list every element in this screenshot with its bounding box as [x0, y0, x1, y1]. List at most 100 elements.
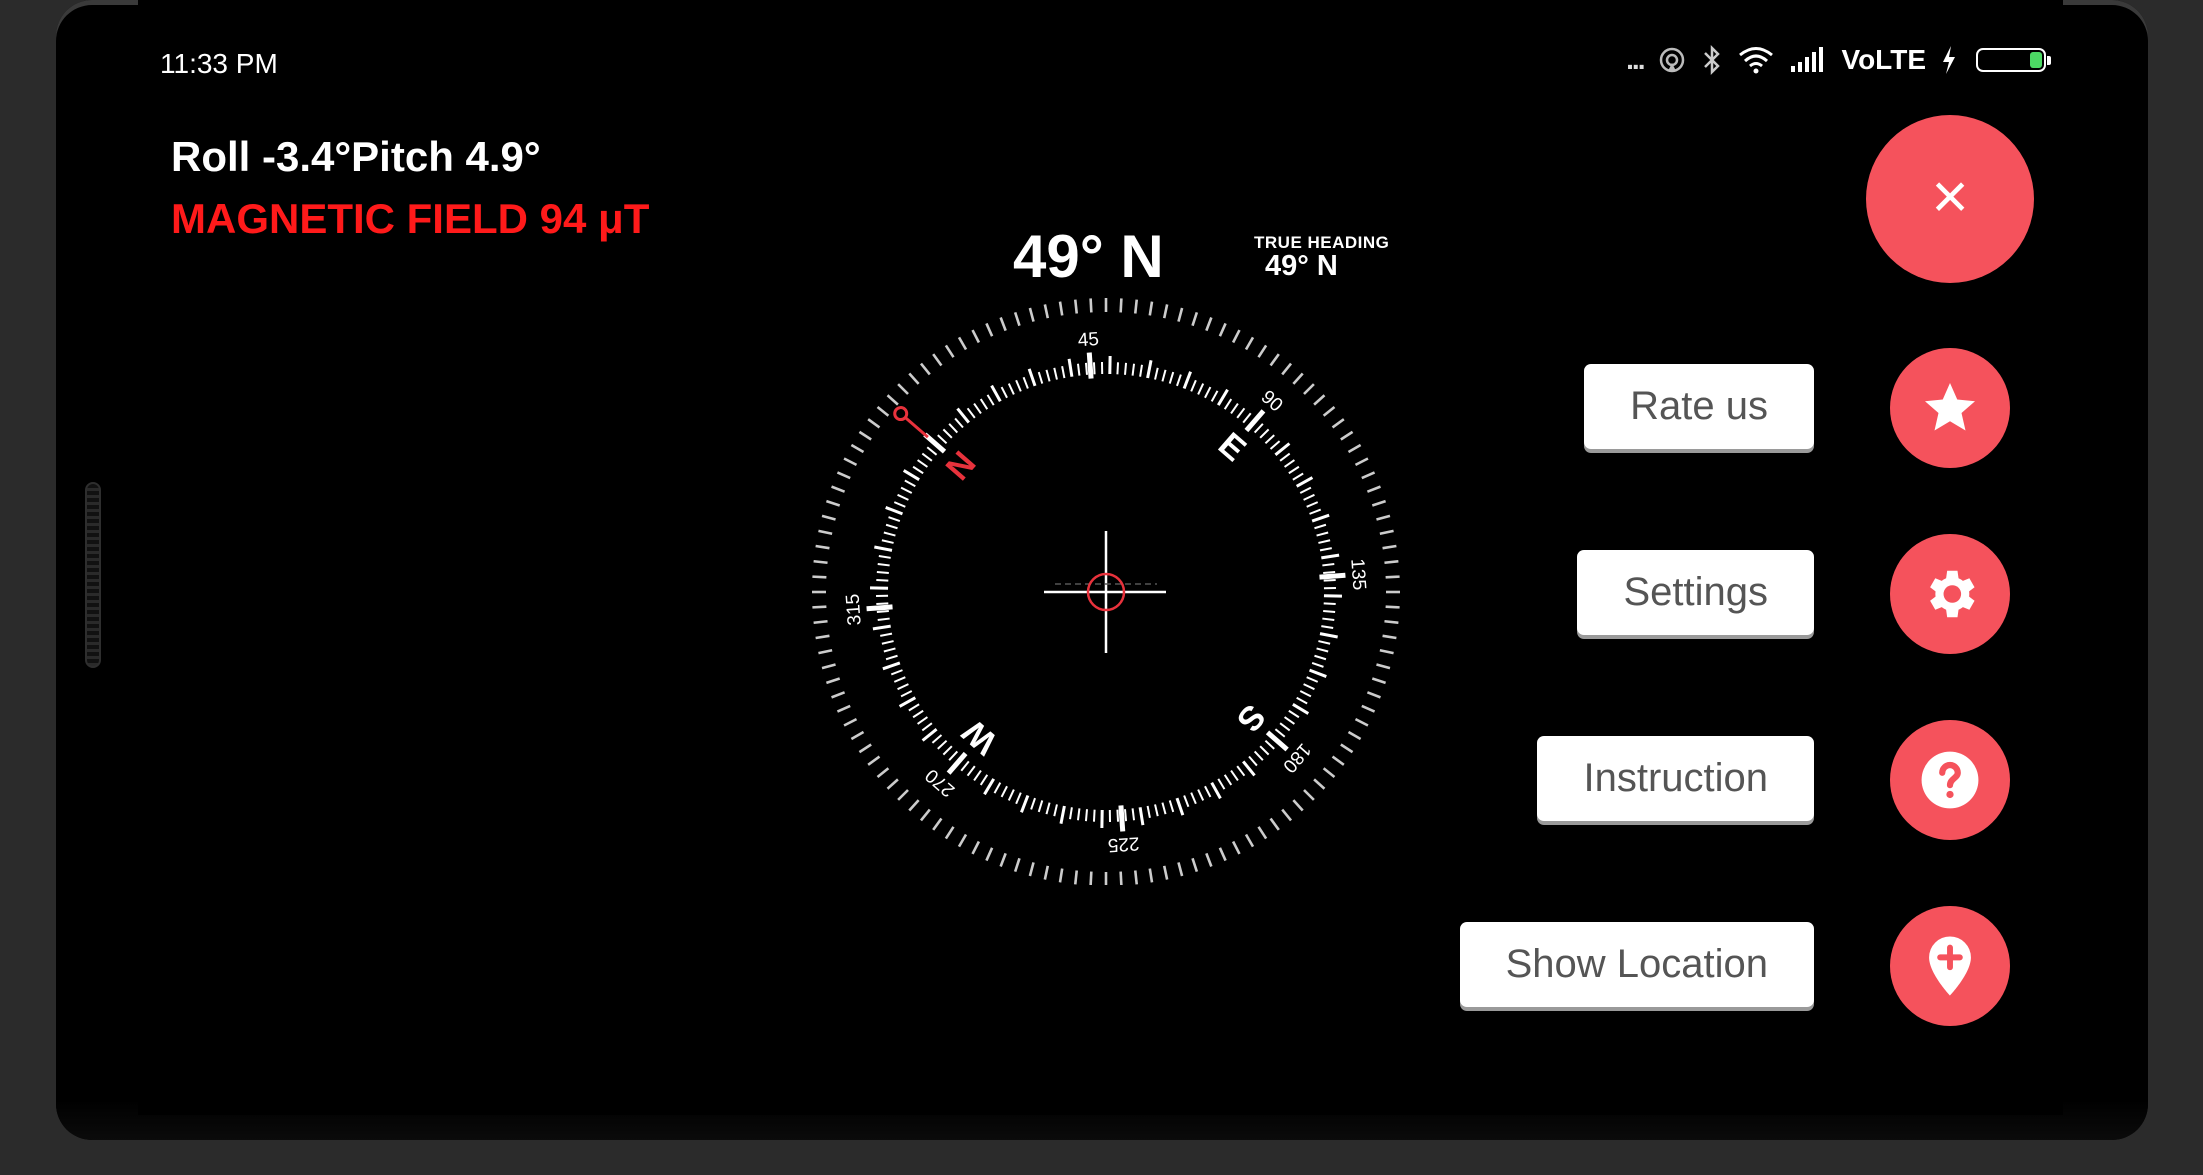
- outer-tick: [825, 677, 841, 685]
- inner-tick: [885, 523, 898, 530]
- settings-button[interactable]: Settings: [1577, 550, 1814, 635]
- outer-tick: [1043, 304, 1050, 319]
- inner-tick: [1084, 809, 1088, 822]
- outer-tick: [886, 394, 899, 406]
- degree-label: 45: [1077, 329, 1100, 351]
- inner-tick: [921, 452, 933, 462]
- outer-tick: [1191, 311, 1199, 327]
- inner-tick: [1053, 367, 1058, 380]
- inner-tick: [1108, 356, 1112, 375]
- outer-tick: [1303, 789, 1315, 801]
- outer-tick: [1361, 471, 1376, 480]
- rate-us-button[interactable]: Rate us: [1584, 364, 1814, 449]
- inner-tick: [1259, 428, 1270, 439]
- inner-tick: [1242, 412, 1252, 424]
- show-location-fab[interactable]: [1890, 906, 2010, 1026]
- inner-tick: [900, 690, 913, 698]
- inner-tick: [1037, 800, 1044, 813]
- instruction-fab[interactable]: [1890, 720, 2010, 840]
- outer-tick: [1191, 857, 1199, 873]
- outer-tick: [813, 559, 828, 565]
- more-notifications-icon: ...: [1626, 44, 1645, 75]
- inner-tick: [1253, 750, 1264, 761]
- inner-tick: [876, 570, 889, 574]
- outer-tick: [1385, 605, 1400, 609]
- outer-tick: [1269, 817, 1280, 831]
- inner-tick: [893, 501, 906, 508]
- major-tick: [1244, 409, 1266, 433]
- network-type: VoLTE: [1841, 44, 1926, 75]
- outer-tick: [812, 575, 827, 579]
- inner-tick: [1076, 363, 1081, 376]
- inner-tick: [937, 739, 948, 750]
- outer-tick: [831, 691, 846, 699]
- outer-tick: [1281, 808, 1293, 822]
- inner-tick: [1303, 683, 1315, 691]
- major-tick: [866, 604, 893, 612]
- inner-tick: [1100, 362, 1104, 375]
- inner-tick: [993, 782, 1002, 794]
- inner-tick: [1318, 539, 1331, 544]
- inner-tick: [1323, 594, 1342, 598]
- inner-tick: [1045, 369, 1051, 382]
- inner-tick: [1092, 809, 1096, 822]
- compass-dial[interactable]: 4590135180225270315N ESW: [800, 295, 1410, 885]
- outer-tick: [1231, 329, 1241, 344]
- outer-tick: [1162, 304, 1169, 319]
- close-icon: ×: [1931, 160, 1969, 232]
- outer-tick: [850, 443, 865, 454]
- roll-pitch-readout: Roll -3.4°Pitch 4.9°: [171, 133, 541, 180]
- outer-tick: [1013, 311, 1021, 327]
- inner-tick: [1321, 625, 1334, 629]
- outer-tick: [1366, 485, 1381, 493]
- battery-icon: [1976, 48, 2051, 72]
- inner-tick: [954, 417, 964, 429]
- outer-tick: [1177, 307, 1184, 322]
- outer-tick: [1313, 394, 1326, 406]
- outer-tick: [850, 730, 865, 741]
- outer-tick: [1119, 298, 1123, 313]
- outer-tick: [1347, 730, 1362, 741]
- outer-tick: [1292, 799, 1304, 812]
- show-location-button[interactable]: Show Location: [1459, 922, 1814, 1007]
- inner-tick: [1139, 364, 1143, 377]
- inner-tick: [1264, 434, 1275, 445]
- inner-tick: [1314, 654, 1327, 661]
- outer-tick: [1073, 870, 1079, 885]
- inner-tick: [1007, 383, 1015, 395]
- inner-tick: [921, 722, 933, 732]
- inner-tick: [881, 640, 894, 645]
- close-menu-button[interactable]: ×: [1866, 115, 2034, 283]
- inner-tick: [1323, 602, 1336, 606]
- cardinal-s: S: [1229, 697, 1273, 739]
- outer-tick: [813, 619, 828, 625]
- inner-tick: [1000, 386, 1008, 399]
- speaker-grille: [85, 482, 101, 668]
- settings-fab[interactable]: [1890, 534, 2010, 654]
- inner-tick: [1076, 808, 1081, 821]
- outer-tick: [876, 405, 890, 417]
- inner-tick: [960, 760, 970, 772]
- inner-tick: [1116, 362, 1120, 375]
- inner-tick: [1131, 363, 1136, 376]
- outer-tick: [831, 485, 846, 493]
- outer-tick: [818, 648, 833, 655]
- inner-tick: [1100, 809, 1104, 828]
- inner-tick: [1274, 728, 1286, 738]
- rate-us-fab[interactable]: [1890, 348, 2010, 468]
- outer-tick: [812, 605, 827, 609]
- outer-tick: [1371, 677, 1387, 685]
- inner-tick: [880, 632, 893, 637]
- inner-tick: [1248, 755, 1258, 767]
- outer-tick: [1162, 865, 1169, 880]
- instruction-button[interactable]: Instruction: [1537, 736, 1814, 821]
- outer-tick: [1177, 862, 1184, 877]
- inner-tick: [1124, 362, 1128, 375]
- outer-tick: [1366, 691, 1381, 699]
- outer-tick: [1331, 755, 1345, 766]
- major-tick: [946, 751, 968, 775]
- signal-icon: [1791, 47, 1824, 72]
- outer-tick: [1218, 847, 1227, 862]
- inner-tick: [1108, 809, 1112, 822]
- outer-tick: [1347, 443, 1362, 454]
